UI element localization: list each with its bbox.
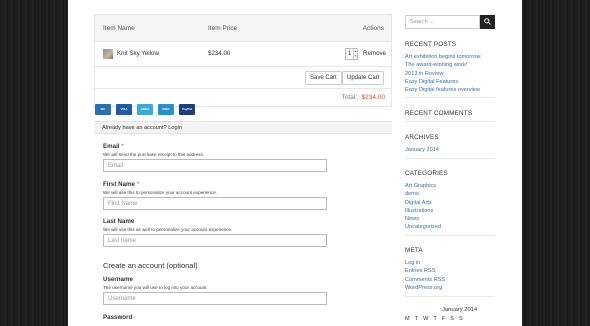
list-item[interactable]: Entries RSS: [405, 267, 445, 275]
weekday-label: T: [414, 316, 419, 322]
calendar-weekdays: M T W T F S S: [405, 316, 463, 322]
divider: [405, 158, 495, 159]
list-item[interactable]: Uncategorized: [405, 223, 441, 231]
total-value: $234.00: [361, 94, 386, 101]
search-input[interactable]: Search ...: [405, 15, 480, 29]
first-name-field[interactable]: First Name: [103, 197, 327, 210]
login-prompt-bar: Already have an account? Login: [94, 121, 392, 134]
meta-title: META: [405, 247, 423, 254]
weekday-label: M: [405, 316, 410, 322]
weekday-label: W: [423, 316, 429, 322]
search-button[interactable]: [480, 15, 495, 29]
quantity-input[interactable]: 1 ▲ ▼: [345, 48, 358, 60]
main-content-page: Item Name Item Price Actions Knit Sky Ye…: [68, 0, 522, 326]
divider: [405, 235, 495, 236]
first-name-label-text: First Name: [103, 181, 135, 188]
save-cart-button[interactable]: Save Cart: [305, 71, 342, 85]
create-account-title: Create an account (optional): [103, 261, 198, 270]
table-row: Knit Sky Yellow $234.00 1 ▲ ▼ Remove: [95, 42, 391, 67]
amex-icon: AMEX: [137, 104, 153, 115]
mastercard-icon: MC: [95, 104, 111, 115]
list-item[interactable]: Art exhibition begins tomorrow.: [405, 53, 482, 61]
meta-list: Log in Entries RSS Comments RSS WordPres…: [405, 259, 445, 292]
column-header-item-price: Item Price: [208, 25, 238, 32]
search-icon: [484, 18, 491, 25]
categories-title: CATEGORIES: [405, 170, 448, 177]
list-item[interactable]: January 2014: [405, 146, 439, 154]
column-header-actions: Actions: [362, 25, 384, 32]
first-name-label: First Name *: [103, 181, 139, 188]
weekday-label: S: [450, 316, 454, 322]
weekday-label: T: [433, 316, 437, 322]
list-item[interactable]: Comments RSS: [405, 276, 445, 284]
remove-link[interactable]: Remove: [363, 50, 386, 57]
divider: [405, 296, 495, 297]
cart-table-header: Item Name Item Price Actions: [95, 15, 391, 42]
weekday-label: F: [441, 316, 446, 322]
categories-list: Art Graphics demo Digital Arts Illustrat…: [405, 182, 441, 232]
list-item[interactable]: Easy Digital Features: [405, 78, 482, 86]
first-name-description: We will use this to personalize your acc…: [103, 190, 218, 195]
quantity-value: 1: [348, 51, 352, 57]
product-price: $234.00: [208, 50, 231, 57]
list-item[interactable]: News: [405, 215, 441, 223]
list-item[interactable]: 2013 in Review: [405, 70, 482, 78]
last-name-label: Last Name: [103, 218, 135, 225]
last-name-field[interactable]: Last name: [103, 234, 327, 247]
recent-posts-title: RECENT POSTS: [405, 41, 457, 48]
email-description: We will send the purchase receipt to thi…: [103, 152, 205, 157]
weekday-label: S: [458, 316, 463, 322]
list-item[interactable]: demo: [405, 190, 441, 198]
password-label: Password: [103, 314, 133, 321]
quantity-spinner-icon[interactable]: ▲ ▼: [353, 49, 357, 59]
list-item[interactable]: Log in: [405, 259, 445, 267]
list-item[interactable]: The award-winning work!: [405, 61, 482, 69]
paypal-icon: PayPal: [179, 104, 195, 115]
email-label: Email *: [103, 143, 124, 150]
list-item[interactable]: Art Graphics: [405, 182, 441, 190]
recent-posts-list: Art exhibition begins tomorrow. The awar…: [405, 53, 482, 94]
email-label-text: Email: [103, 143, 120, 150]
product-name: Knit Sky Yellow: [117, 50, 159, 57]
payment-methods: MC VISA AMEX DISC PayPal: [95, 104, 195, 115]
cart-actions-row: Save Cart Update Cart: [95, 67, 391, 89]
product-thumbnail: [103, 49, 113, 59]
last-name-description: We will use this as well to personalize …: [103, 227, 233, 232]
required-marker: *: [136, 181, 140, 188]
column-header-item-name: Item Name: [103, 25, 135, 32]
cart-table: Item Name Item Price Actions Knit Sky Ye…: [94, 14, 392, 107]
update-cart-button[interactable]: Update Cart: [342, 71, 385, 85]
archives-list: January 2014: [405, 146, 439, 154]
list-item[interactable]: WordPress.org: [405, 284, 445, 292]
username-field[interactable]: Username: [103, 292, 327, 305]
email-field[interactable]: Email: [103, 159, 327, 172]
login-link[interactable]: Login: [168, 125, 182, 131]
total-label: Total:: [341, 94, 357, 101]
divider: [405, 121, 495, 122]
username-label: Username: [103, 276, 133, 283]
username-description: The username you will use to log into yo…: [103, 285, 208, 290]
divider: [405, 97, 495, 98]
required-marker: *: [121, 143, 124, 150]
list-item[interactable]: Illustrations: [405, 207, 441, 215]
visa-icon: VISA: [116, 104, 132, 115]
discover-icon: DISC: [158, 104, 174, 115]
calendar-title: January 2014: [442, 307, 478, 313]
recent-comments-title: RECENT COMMENTS: [405, 110, 473, 117]
login-prompt-text: Already have an account?: [102, 125, 167, 131]
list-item[interactable]: Easy Digital features overview: [405, 86, 482, 94]
archives-title: ARCHIVES: [405, 134, 439, 141]
list-item[interactable]: Digital Arts: [405, 199, 441, 207]
